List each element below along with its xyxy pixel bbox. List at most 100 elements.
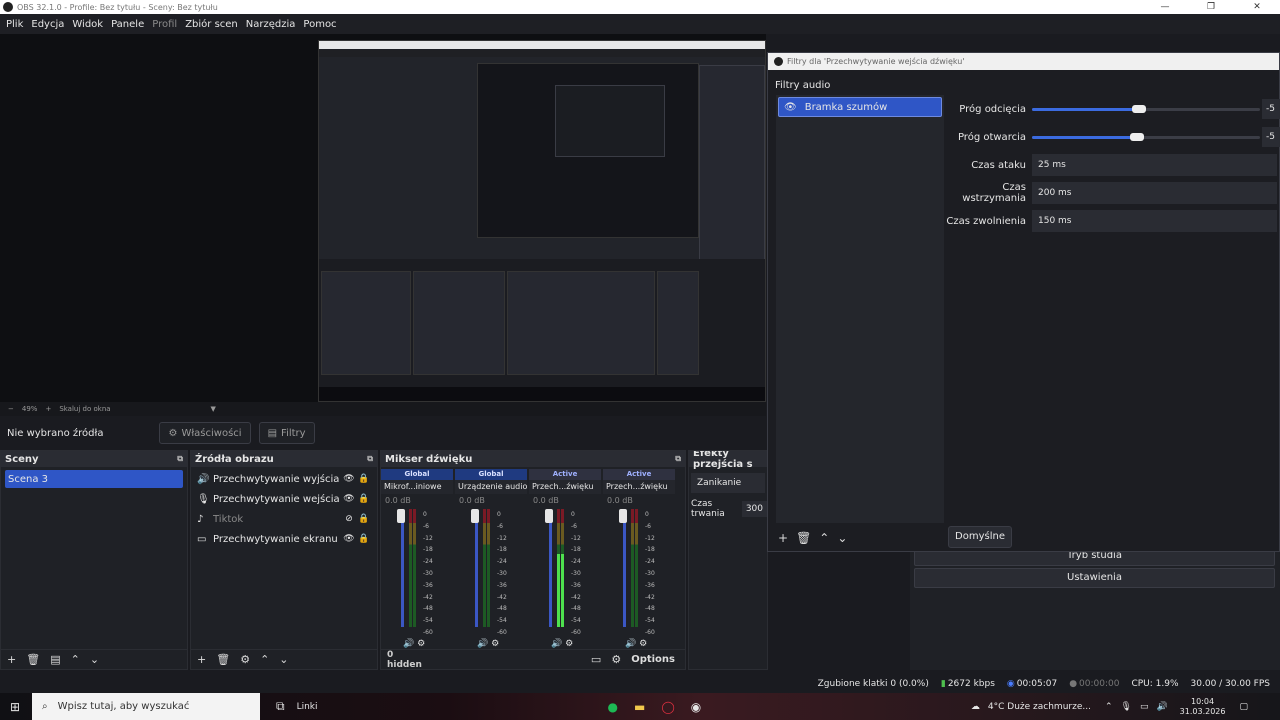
network-icon[interactable]: ▭ [1140, 702, 1149, 712]
opera-icon[interactable]: ◯ [661, 700, 674, 714]
mixer-channel-name[interactable]: Przech...źwięku [603, 480, 675, 494]
volume-fader-track[interactable] [475, 517, 478, 627]
menu-scene-collection[interactable]: Zbiór scen [185, 19, 238, 30]
menu-help[interactable]: Pomoc [303, 19, 336, 30]
microphone-tray-icon[interactable]: 🎙 [1121, 702, 1132, 712]
notifications-icon[interactable]: ▢ [1239, 702, 1248, 712]
mixer-channel-name[interactable]: Urządzenie audio [455, 480, 527, 494]
release-input[interactable]: 150 ms [1032, 210, 1277, 232]
scene-filters-button[interactable]: ▤ [50, 653, 60, 666]
maximize-button[interactable]: ❐ [1188, 0, 1234, 14]
attack-input[interactable]: 25 ms [1032, 154, 1277, 176]
menu-edit[interactable]: Edycja [31, 19, 64, 30]
mixer-settings-icon[interactable]: ⚙ [611, 653, 621, 666]
menu-file[interactable]: Plik [6, 19, 23, 30]
move-down-button[interactable]: ⌄ [90, 653, 99, 666]
properties-button[interactable]: ⚙ Właściwości [159, 422, 251, 444]
add-source-button[interactable]: + [197, 653, 206, 666]
undock-icon[interactable]: ⧉ [177, 454, 183, 464]
filters-button[interactable]: ▤ Filtry [258, 422, 315, 444]
visibility-eye-icon[interactable]: 👁 [341, 494, 357, 504]
close-threshold-slider[interactable] [1032, 99, 1260, 119]
menu-view[interactable]: Widok [72, 19, 103, 30]
mixer-options-button[interactable]: Options [631, 654, 675, 665]
minimize-button[interactable]: — [1142, 0, 1188, 14]
source-row[interactable]: ▭ Przechwytywanie ekranu 👁 🔒 [191, 529, 377, 549]
move-up-button[interactable]: ⌃ [819, 531, 829, 545]
channel-settings-icon[interactable]: ⚙ [562, 639, 573, 649]
mute-speaker-icon[interactable]: 🔊 [551, 639, 562, 649]
move-down-button[interactable]: ⌄ [837, 531, 847, 545]
mute-speaker-icon[interactable]: 🔊 [477, 639, 488, 649]
source-properties-button[interactable]: ⚙ [240, 653, 250, 666]
visibility-eye-icon[interactable]: 👁 [341, 474, 357, 484]
visibility-eye-icon[interactable]: 👁 [341, 534, 357, 544]
taskbar-search[interactable]: ⌕ Wpisz tutaj, aby wyszukać [32, 693, 260, 720]
filter-item[interactable]: 👁 Bramka szumów [778, 97, 942, 117]
move-down-button[interactable]: ⌄ [279, 653, 288, 666]
preview-canvas[interactable] [0, 34, 766, 402]
source-row[interactable]: ♪ Tiktok ⊘ 🔒 [191, 509, 377, 529]
lock-icon[interactable]: 🔒 [357, 514, 371, 524]
volume-fader-knob[interactable] [471, 509, 479, 523]
weather-text[interactable]: 4°C Duże zachmurze... [988, 702, 1091, 712]
channel-settings-icon[interactable]: ⚙ [414, 639, 425, 649]
undock-icon[interactable]: ⧉ [367, 454, 373, 464]
close-threshold-value[interactable]: -5 [1262, 99, 1280, 119]
undock-icon[interactable]: ⧉ [675, 454, 681, 464]
visibility-eye-icon[interactable]: 👁 [784, 102, 797, 113]
remove-filter-button[interactable]: 🗑 [796, 531, 811, 545]
mixer-channel-name[interactable]: Mikrof...iniowe [381, 480, 453, 494]
zoom-out-button[interactable]: − [8, 405, 14, 413]
menu-tools[interactable]: Narzędzia [246, 19, 296, 30]
move-up-button[interactable]: ⌃ [71, 653, 80, 666]
mute-speaker-icon[interactable]: 🔊 [625, 639, 636, 649]
volume-fader-track[interactable] [401, 517, 404, 627]
open-threshold-value[interactable]: -5 [1262, 127, 1280, 147]
task-view-icon[interactable]: ⧉ [276, 699, 285, 714]
settings-button[interactable]: Ustawienia [914, 568, 1275, 588]
menu-profile[interactable]: Profil [152, 19, 177, 30]
hold-input[interactable]: 200 ms [1032, 182, 1277, 204]
obs-taskbar-icon[interactable]: ◉ [691, 700, 701, 714]
volume-fader-track[interactable] [549, 517, 552, 627]
zoom-mode[interactable]: Skaluj do okna [59, 405, 110, 413]
defaults-button[interactable]: Domyślne [948, 526, 1012, 548]
move-up-button[interactable]: ⌃ [260, 653, 269, 666]
volume-fader-knob[interactable] [397, 509, 405, 523]
lock-icon[interactable]: 🔒 [357, 494, 371, 504]
transition-select[interactable]: Zanikanie [691, 473, 765, 493]
hidden-count[interactable]: 0 hidden [387, 650, 431, 670]
spotify-icon[interactable]: ● [608, 700, 618, 714]
zoom-dropdown-icon[interactable]: ▼ [211, 405, 216, 413]
channel-settings-icon[interactable]: ⚙ [636, 639, 647, 649]
volume-fader-knob[interactable] [545, 509, 553, 523]
clock[interactable]: 10:04 31.03.2026 [1180, 697, 1226, 717]
volume-fader-track[interactable] [623, 517, 626, 627]
channel-settings-icon[interactable]: ⚙ [488, 639, 499, 649]
source-row[interactable]: 🔊 Przechwytywanie wyjścia dźwięku 👁 🔒 [191, 469, 377, 489]
add-scene-button[interactable]: + [7, 653, 16, 666]
volume-fader-knob[interactable] [619, 509, 627, 523]
close-button[interactable]: ✕ [1234, 0, 1280, 14]
source-row[interactable]: 🎙 Przechwytywanie wejścia dźwięku 👁 🔒 [191, 489, 377, 509]
remove-scene-button[interactable]: 🗑 [26, 653, 40, 666]
mixer-channel-name[interactable]: Przech...źwięku [529, 480, 601, 494]
scene-item[interactable]: Scena 3 [5, 470, 183, 488]
duration-input[interactable]: 300 [741, 501, 767, 517]
zoom-in-button[interactable]: + [45, 405, 51, 413]
windows-start-icon[interactable]: ⊞ [10, 700, 20, 714]
lock-icon[interactable]: 🔒 [357, 474, 371, 484]
volume-icon[interactable]: 🔊 [1156, 702, 1167, 712]
mixer-layout-icon[interactable]: ▭ [591, 653, 601, 666]
add-filter-button[interactable]: + [778, 531, 788, 545]
mute-speaker-icon[interactable]: 🔊 [403, 639, 414, 649]
remove-source-button[interactable]: 🗑 [216, 653, 230, 666]
lock-icon[interactable]: 🔒 [357, 534, 371, 544]
tray-expand-icon[interactable]: ⌃ [1105, 702, 1113, 712]
file-explorer-icon[interactable]: ▬ [634, 700, 645, 714]
menu-docks[interactable]: Panele [111, 19, 144, 30]
open-threshold-slider[interactable] [1032, 127, 1260, 147]
links-toolbar[interactable]: Linki [297, 702, 318, 712]
visibility-hidden-icon[interactable]: ⊘ [341, 514, 357, 524]
